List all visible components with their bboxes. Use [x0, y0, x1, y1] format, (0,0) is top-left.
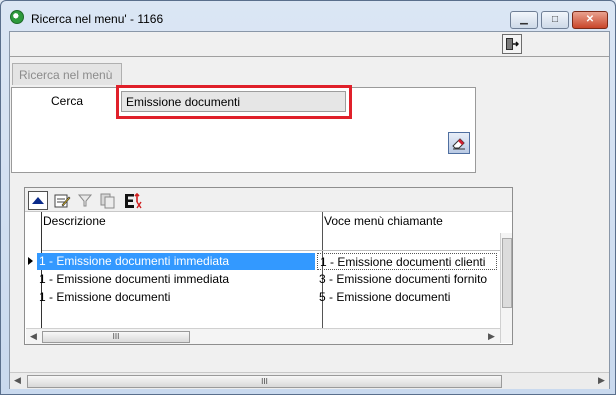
- column-header-voce-menu[interactable]: Voce menù chiamante: [324, 214, 443, 228]
- export-button[interactable]: [122, 191, 142, 210]
- column-divider: [322, 212, 323, 328]
- maximize-button[interactable]: □: [541, 11, 569, 29]
- arrow-up-icon: [32, 197, 44, 204]
- grid-horizontal-scrollbar[interactable]: ◀ III ▶: [26, 328, 500, 344]
- results-grid: Descrizione Voce menù chiamante 1 - Emis…: [24, 187, 513, 345]
- cell-voce-menu: 5 - Emissione documenti: [319, 290, 451, 304]
- window-scroll-thumb[interactable]: III: [27, 375, 502, 388]
- cell-descrizione: 1 - Emissione documenti immediata: [39, 272, 230, 286]
- dialog-client-area: Ricerca nel menù Cerca Emissione documen…: [9, 31, 610, 389]
- minimize-button[interactable]: ▁: [510, 11, 538, 29]
- grid-vertical-scrollbar[interactable]: [500, 233, 512, 343]
- window-horizontal-scrollbar[interactable]: ◀ III ▶: [10, 372, 609, 389]
- app-icon: [10, 10, 24, 24]
- header-separator: [42, 250, 500, 251]
- separator: [10, 56, 609, 57]
- sort-up-button[interactable]: [28, 191, 48, 210]
- scroll-right-arrow-icon[interactable]: ▶: [488, 331, 495, 342]
- cell-descrizione: 1 - Emissione documenti immediata: [37, 253, 315, 270]
- column-header-descrizione[interactable]: Descrizione: [43, 214, 106, 228]
- table-row[interactable]: 1 - Emissione documenti immediata 1 - Em…: [37, 253, 501, 270]
- window-scroll-right-arrow-icon[interactable]: ▶: [598, 375, 605, 386]
- exit-door-icon: [506, 38, 519, 50]
- horizontal-scroll-thumb[interactable]: III: [42, 331, 190, 343]
- export-excel-icon: [125, 192, 142, 209]
- edit-button[interactable]: [52, 191, 72, 210]
- clear-search-button[interactable]: [448, 132, 470, 154]
- table-row[interactable]: 1 - Emissione documenti immediata 3 - Em…: [37, 271, 501, 288]
- window-scroll-left-arrow-icon[interactable]: ◀: [14, 375, 21, 386]
- cell-voce-menu: 1 - Emissione documenti clienti: [317, 253, 497, 270]
- exit-button[interactable]: [502, 34, 522, 54]
- tab-ricerca-nel-menu[interactable]: Ricerca nel menù: [12, 63, 122, 85]
- filter-icon: [77, 194, 93, 207]
- table-row[interactable]: 1 - Emissione documenti 5 - Emissione do…: [37, 289, 501, 306]
- vertical-scroll-thumb[interactable]: [502, 238, 512, 308]
- title-bar[interactable]: Ricerca nel menu' - 1166 ▁ □ ✕: [1, 1, 615, 31]
- close-button[interactable]: ✕: [572, 11, 608, 29]
- copy-icon: [100, 193, 115, 209]
- cell-descrizione: 1 - Emissione documenti: [39, 290, 171, 304]
- row-indicator-border: [41, 212, 42, 328]
- scroll-left-arrow-icon[interactable]: ◀: [30, 331, 37, 342]
- search-input[interactable]: [121, 91, 346, 112]
- current-row-indicator: [28, 257, 33, 265]
- clear-search-icon: [452, 138, 465, 150]
- filter-button[interactable]: [75, 191, 95, 210]
- edit-icon: [54, 194, 71, 208]
- cell-voce-menu: 3 - Emissione documenti fornito: [319, 272, 488, 286]
- grid-toolbar: [25, 188, 512, 212]
- app-window: Ricerca nel menu' - 1166 ▁ □ ✕ Ricerca n…: [0, 0, 616, 395]
- window-title: Ricerca nel menu' - 1166: [31, 12, 164, 26]
- search-label: Cerca: [51, 94, 84, 108]
- copy-button[interactable]: [98, 191, 118, 210]
